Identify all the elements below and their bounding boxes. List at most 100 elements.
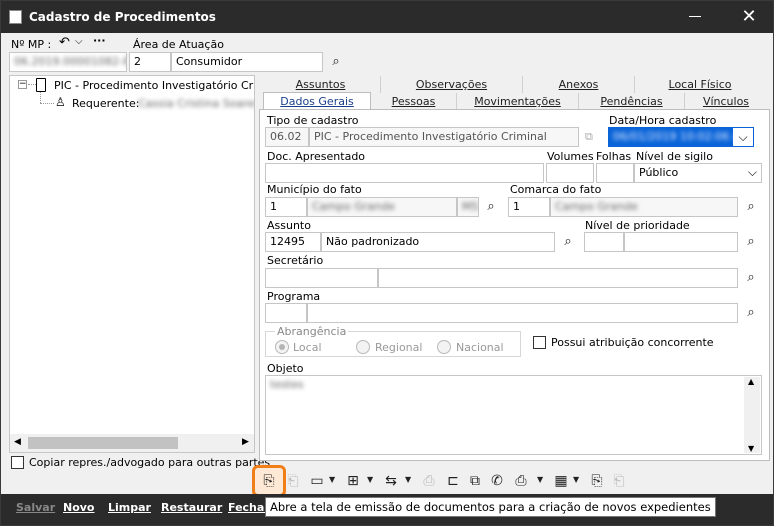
search-icon[interactable]: ⌕ — [327, 53, 345, 71]
chevron-down-icon[interactable]: ▼ — [405, 475, 411, 484]
tab-pendencias[interactable]: Pendências — [579, 93, 685, 110]
disabled-action-icon[interactable]: ⎗ — [609, 471, 629, 491]
tab-pessoas[interactable]: Pessoas — [371, 93, 457, 110]
area-name-field[interactable]: Consumidor — [171, 52, 323, 72]
tab-assuntos[interactable]: Assuntos — [261, 76, 381, 93]
document-icon — [9, 10, 22, 24]
area-code-field[interactable]: 2 — [129, 52, 171, 72]
scroll-left-icon[interactable]: ◀ — [14, 437, 21, 447]
chevron-down-icon[interactable]: ⌵ — [733, 128, 753, 146]
doc-apresentado-field[interactable] — [265, 163, 544, 183]
chevron-down-icon[interactable]: ⌵ — [748, 165, 757, 180]
comarca-code-field[interactable]: 1 — [508, 197, 550, 217]
assunto-name-field[interactable]: Não padronizado — [321, 232, 555, 252]
search-icon[interactable]: ⌕ — [742, 304, 760, 322]
mp-number-field[interactable]: 06.2019.00001082-8 — [9, 52, 127, 72]
search-icon[interactable]: ⌕ — [742, 269, 760, 287]
search-icon[interactable]: ⌕ — [559, 233, 577, 251]
folder-icon[interactable]: ▭ — [307, 471, 327, 491]
tree-root-label[interactable]: PIC - Procedimento Investigatório Crimi — [54, 79, 254, 92]
chevron-down-icon[interactable]: ⌵ — [75, 36, 83, 47]
abrangencia-label: Abrangência — [275, 325, 349, 338]
tab-local-fisico[interactable]: Local Físico — [635, 76, 765, 93]
comarca-name-field[interactable]: Campo Grande — [550, 197, 738, 217]
prioridade-code-field[interactable] — [584, 232, 624, 252]
municipio-name-field[interactable]: Campo Grande — [307, 197, 457, 217]
objeto-textarea[interactable]: testes ▲ ▼ — [265, 375, 762, 455]
close-button[interactable]: Fechar — [228, 501, 270, 514]
search-icon[interactable]: ⌕ — [742, 233, 760, 251]
assunto-code-field[interactable]: 12495 — [265, 232, 321, 252]
prioridade-name-field[interactable] — [624, 232, 738, 252]
search-icon[interactable]: ⌕ — [742, 198, 760, 216]
copy-document-icon[interactable]: ⎗ — [283, 471, 303, 491]
tree-hscrollbar[interactable]: ◀ ▶ — [10, 434, 254, 452]
objeto-label: Objeto — [267, 362, 304, 375]
attach-icon[interactable]: ⎙ — [419, 471, 439, 491]
datahora-select[interactable]: 06/01/2019 10:02:06 AM ⌵ — [608, 127, 754, 147]
transfer-icon[interactable]: ⇆ — [381, 471, 401, 491]
tab-observacoes[interactable]: Observações — [381, 76, 523, 93]
scroll-down-icon[interactable]: ▼ — [748, 444, 754, 453]
tree-child-label[interactable]: Requerente: — [72, 97, 139, 110]
collapse-icon[interactable]: − — [18, 80, 27, 89]
assunto-label: Assunto — [267, 219, 311, 232]
municipio-code-field[interactable]: 1 — [265, 197, 307, 217]
tooltip: Abre a tela de emissão de documentos par… — [265, 497, 716, 517]
more-icon[interactable]: ··· — [93, 34, 106, 47]
clear-button[interactable]: Limpar — [108, 501, 151, 514]
comarca-label: Comarca do fato — [510, 183, 602, 196]
radio-local[interactable] — [275, 340, 289, 354]
new-button[interactable]: Novo — [63, 501, 95, 514]
hierarchy-icon[interactable]: ⊞ — [343, 471, 363, 491]
radio-nacional[interactable] — [437, 340, 451, 354]
copy-repres-checkbox[interactable] — [11, 456, 24, 469]
tab-movimentacoes[interactable]: Movimentações — [457, 93, 579, 110]
calendar-icon[interactable]: ▦ — [551, 471, 571, 491]
print-icon[interactable]: ⎙ — [511, 471, 531, 491]
tab-vinculos[interactable]: Vínculos — [685, 93, 767, 110]
copy-icon[interactable]: ⧉ — [585, 130, 593, 144]
tipo-code-field[interactable]: 06.02 — [265, 127, 309, 147]
tree-child-value: Cassia Cristina Soares — [138, 97, 255, 110]
concorrente-checkbox[interactable] — [533, 336, 546, 349]
search-icon[interactable]: ⌕ — [482, 198, 500, 216]
document-link-icon[interactable]: ⎘ — [587, 471, 607, 491]
secretario-name-field[interactable] — [378, 268, 738, 288]
phone-icon[interactable]: ✆ — [487, 471, 507, 491]
radio-regional[interactable] — [356, 340, 370, 354]
scroll-thumb[interactable] — [28, 437, 178, 449]
radio-regional-label: Regional — [375, 341, 423, 354]
undo-icon[interactable]: ↶ — [59, 35, 70, 50]
chevron-down-icon[interactable]: ▼ — [573, 475, 579, 484]
municipio-uf-field[interactable]: MS — [457, 197, 479, 217]
procedure-tree[interactable]: − PIC - Procedimento Investigatório Crim… — [9, 75, 255, 453]
minimize-icon[interactable] — [689, 16, 701, 17]
close-icon[interactable]: ✕ — [736, 5, 762, 29]
programa-name-field[interactable] — [307, 303, 738, 323]
documents-icon[interactable]: ⧉ — [465, 471, 485, 491]
folhas-label: Folhas — [596, 150, 632, 163]
volumes-field[interactable] — [546, 163, 594, 183]
radio-local-label: Local — [293, 341, 322, 354]
save-button[interactable]: Salvar — [16, 501, 55, 514]
chevron-down-icon[interactable]: ▼ — [537, 475, 543, 484]
chevron-down-icon[interactable]: ▼ — [329, 475, 335, 484]
main-window: Cadastro de Procedimentos ✕ Nº MP : ↶ ⌵ … — [0, 0, 774, 526]
open-folder-icon[interactable]: ⊏ — [443, 471, 463, 491]
objeto-scrollbar[interactable]: ▲ ▼ — [744, 377, 760, 453]
secretario-code-field[interactable] — [265, 268, 378, 288]
tab-anexos[interactable]: Anexos — [523, 76, 635, 93]
tab-dados-gerais[interactable]: Dados Gerais — [263, 92, 371, 110]
chevron-down-icon[interactable]: ▼ — [367, 475, 373, 484]
scroll-up-icon[interactable]: ▲ — [748, 377, 754, 386]
new-document-icon[interactable]: ⎘ — [259, 471, 279, 491]
scroll-right-icon[interactable]: ▶ — [242, 437, 249, 447]
radio-nacional-label: Nacional — [456, 341, 504, 354]
folhas-field[interactable] — [596, 163, 634, 183]
tipo-name-field[interactable]: PIC - Procedimento Investigatório Crimin… — [309, 127, 579, 147]
copy-repres-label: Copiar repres./advogado para outras part… — [29, 456, 271, 469]
restore-button[interactable]: Restaurar — [161, 501, 222, 514]
programa-code-field[interactable] — [265, 303, 307, 323]
sigilo-select[interactable]: Público ⌵ — [634, 163, 762, 183]
